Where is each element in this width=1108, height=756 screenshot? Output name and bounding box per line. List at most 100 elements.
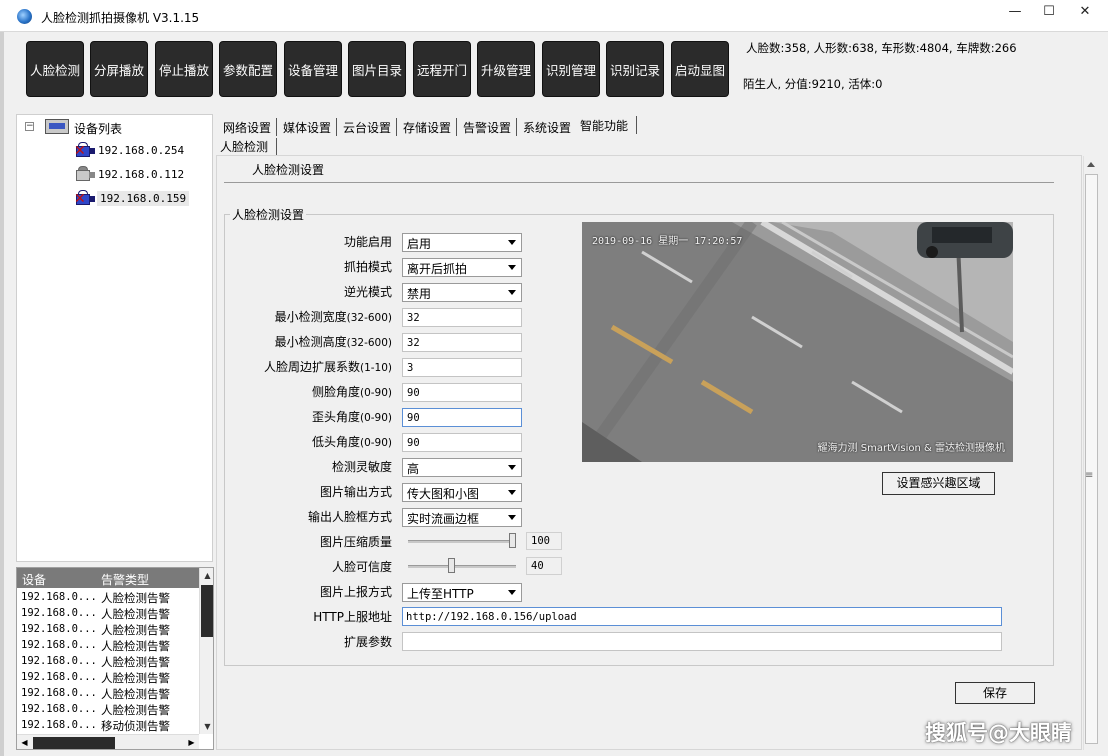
side-angle-input[interactable]: 90	[402, 383, 522, 402]
app-logo-icon	[17, 9, 32, 24]
table-row[interactable]: 192.168.0... 人脸检测告警	[17, 654, 199, 670]
camera-error-icon: ✕	[73, 190, 95, 207]
tab-system[interactable]: 系统设置	[523, 116, 571, 136]
label-range: (0-90)	[359, 387, 392, 399]
confidence-slider-handle[interactable]	[448, 558, 456, 573]
tilt-angle-input[interactable]: 90	[402, 408, 522, 427]
min-width-input[interactable]: 32	[402, 308, 522, 327]
label-enable: 功能启用	[343, 235, 392, 249]
scroll-thumb[interactable]	[33, 737, 115, 749]
minimize-button[interactable]: —	[998, 2, 1032, 24]
table-row[interactable]: 192.168.0... 人脸检测告警	[17, 590, 199, 606]
panel-vertical-scrollbar[interactable]	[1083, 156, 1099, 750]
subtab-face-detect[interactable]: 人脸检测	[220, 138, 268, 155]
sensitivity-select[interactable]: 高	[402, 458, 522, 477]
show-image-button[interactable]: 启动显图	[671, 41, 729, 97]
enable-select[interactable]: 启用	[402, 233, 522, 252]
tab-alarm[interactable]: 告警设置	[463, 116, 511, 136]
table-row[interactable]: 192.168.0... 人脸检测告警	[17, 670, 199, 686]
ext-params-input[interactable]	[402, 632, 1002, 651]
quality-slider[interactable]	[408, 540, 516, 543]
label-range: (32-600)	[346, 337, 392, 349]
column-header-alarm-type[interactable]: 告警类型	[101, 571, 149, 588]
table-row[interactable]: 192.168.0... 人脸检测告警	[17, 638, 199, 654]
label-report-mode: 图片上报方式	[319, 585, 392, 599]
stop-play-button[interactable]: 停止播放	[155, 41, 213, 97]
recognition-log-button[interactable]: 识别记录	[606, 41, 664, 97]
tab-smart-active[interactable]: 智能功能	[580, 114, 628, 134]
min-height-input[interactable]: 32	[402, 333, 522, 352]
dropdown-arrow-icon	[508, 265, 516, 270]
device-list-label[interactable]: 设备列表	[74, 120, 122, 137]
split-screen-button[interactable]: 分屏播放	[90, 41, 148, 97]
scroll-thumb[interactable]	[1085, 174, 1098, 744]
scroll-left-icon[interactable]: ◀	[17, 735, 32, 749]
label-backlight: 逆光模式	[343, 285, 392, 299]
scroll-right-icon[interactable]: ▶	[184, 735, 199, 749]
device-list-icon	[45, 119, 69, 134]
label-text: 最小检测高度	[274, 335, 347, 349]
label-sensitivity: 检测灵敏度	[331, 460, 392, 474]
close-button[interactable]: ✕	[1068, 2, 1102, 24]
expand-input[interactable]: 3	[402, 358, 522, 377]
scroll-down-icon[interactable]: ▼	[200, 719, 213, 734]
table-row[interactable]: 192.168.0... 人脸检测告警	[17, 622, 199, 638]
section-title: 人脸检测设置	[252, 163, 325, 177]
table-row[interactable]: 192.168.0... 人脸检测告警	[17, 686, 199, 702]
tab-network[interactable]: 网络设置	[223, 116, 271, 136]
video-preview[interactable]: 2019-09-16 星期一 17:20:57 耀海力测 SmartVision…	[582, 222, 1013, 462]
remote-open-button[interactable]: 远程开门	[413, 41, 471, 97]
row-device: 192.168.0...	[21, 639, 97, 651]
confidence-slider[interactable]	[408, 565, 516, 568]
device-item[interactable]: 192.168.0.254	[98, 144, 184, 157]
alarm-horizontal-scrollbar[interactable]: ◀ ▶	[17, 734, 199, 749]
label-text: 最小检测宽度	[274, 310, 347, 324]
quality-value: 100	[526, 532, 562, 550]
table-row[interactable]: 192.168.0... 人脸检测告警	[17, 606, 199, 622]
tab-ptz[interactable]: 云台设置	[343, 116, 391, 136]
collapse-toggle[interactable]: −	[25, 122, 34, 131]
alarm-vertical-scrollbar[interactable]: ▲ ▼	[199, 568, 213, 734]
confidence-value: 40	[526, 557, 562, 575]
row-device: 192.168.0...	[21, 623, 97, 635]
pic-output-select[interactable]: 传大图和小图	[402, 483, 522, 502]
tab-media[interactable]: 媒体设置	[283, 116, 331, 136]
quality-slider-handle[interactable]	[509, 533, 516, 548]
camera-offline-icon	[73, 166, 95, 183]
scroll-up-icon[interactable]: ▲	[200, 568, 213, 583]
device-item-selected[interactable]: 192.168.0.159	[97, 191, 190, 206]
backlight-select[interactable]: 禁用	[402, 283, 522, 302]
select-value: 离开后抓拍	[407, 262, 468, 276]
label-pic-output: 图片输出方式	[319, 485, 392, 499]
row-alarm-type: 人脸检测告警	[101, 639, 170, 653]
scroll-up-icon[interactable]	[1087, 162, 1095, 167]
label-box-output: 输出人脸框方式	[307, 510, 392, 524]
down-angle-input[interactable]: 90	[402, 433, 522, 452]
alarm-list: 设备 告警类型 192.168.0... 人脸检测告警 192.168.0... 人…	[16, 567, 214, 750]
alarm-list-header: 设备 告警类型	[17, 568, 199, 588]
face-detect-button[interactable]: 人脸检测	[26, 41, 84, 97]
set-roi-button[interactable]: 设置感兴趣区域	[882, 472, 995, 495]
scroll-thumb[interactable]	[201, 585, 213, 637]
label-range: (0-90)	[359, 437, 392, 449]
box-output-select[interactable]: 实时流画边框	[402, 508, 522, 527]
column-header-device[interactable]: 设备	[22, 571, 46, 588]
row-alarm-type: 人脸检测告警	[101, 591, 170, 605]
image-folder-button[interactable]: 图片目录	[348, 41, 406, 97]
recognition-manage-button[interactable]: 识别管理	[542, 41, 600, 97]
dropdown-arrow-icon	[508, 515, 516, 520]
device-manage-button[interactable]: 设备管理	[284, 41, 342, 97]
table-row[interactable]: 192.168.0... 人脸检测告警	[17, 702, 199, 718]
device-item[interactable]: 192.168.0.112	[98, 168, 184, 181]
maximize-button[interactable]: ☐	[1032, 2, 1066, 24]
table-row[interactable]: 192.168.0... 移动侦测告警	[17, 718, 199, 734]
capture-mode-select[interactable]: 离开后抓拍	[402, 258, 522, 277]
stats-recognition: 陌生人, 分值:9210, 活体:0	[743, 77, 883, 91]
label-min-height: 最小检测高度(32-600)	[275, 333, 392, 350]
save-button[interactable]: 保存	[955, 682, 1035, 704]
upgrade-button[interactable]: 升级管理	[477, 41, 535, 97]
tab-storage[interactable]: 存储设置	[403, 116, 451, 136]
http-url-input[interactable]: http://192.168.0.156/upload	[402, 607, 1002, 626]
param-config-button[interactable]: 参数配置	[219, 41, 277, 97]
report-mode-select[interactable]: 上传至HTTP	[402, 583, 522, 602]
